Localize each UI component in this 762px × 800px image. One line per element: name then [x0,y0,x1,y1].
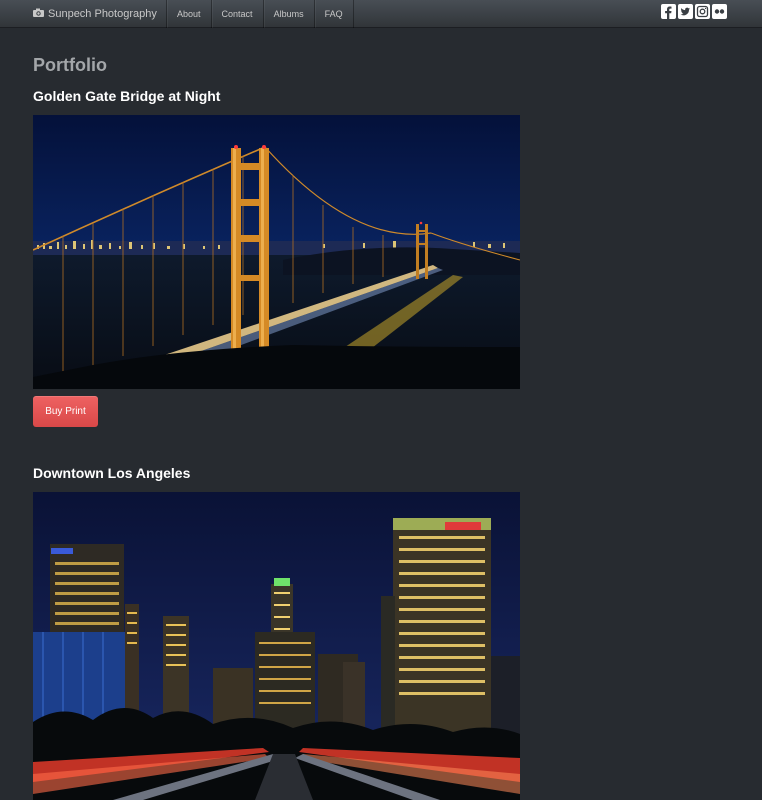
twitter-icon[interactable] [678,4,693,19]
main-nav: About Contact Albums FAQ [166,0,354,28]
page-title: Portfolio [33,55,107,75]
social-links [661,4,727,19]
photo-title-golden-gate: Golden Gate Bridge at Night [33,88,221,104]
brand-name: Sunpech Photography [48,8,157,20]
camera-icon [33,0,44,28]
brand-link[interactable]: Sunpech Photography [33,0,157,28]
downtown-la-photo[interactable] [33,492,520,800]
golden-gate-photo[interactable] [33,115,520,389]
photo-title-downtown-la: Downtown Los Angeles [33,465,191,481]
facebook-icon[interactable] [661,4,676,19]
nav-item-contact[interactable]: Contact [210,0,263,28]
buy-print-button[interactable]: Buy Print [33,396,98,427]
nav-item-about[interactable]: About [166,0,211,28]
flickr-icon[interactable] [712,4,727,19]
instagram-icon[interactable] [695,4,710,19]
nav-item-albums[interactable]: Albums [262,0,314,28]
navbar: Sunpech Photography About Contact Albums… [0,0,762,28]
nav-item-faq[interactable]: FAQ [313,0,354,28]
